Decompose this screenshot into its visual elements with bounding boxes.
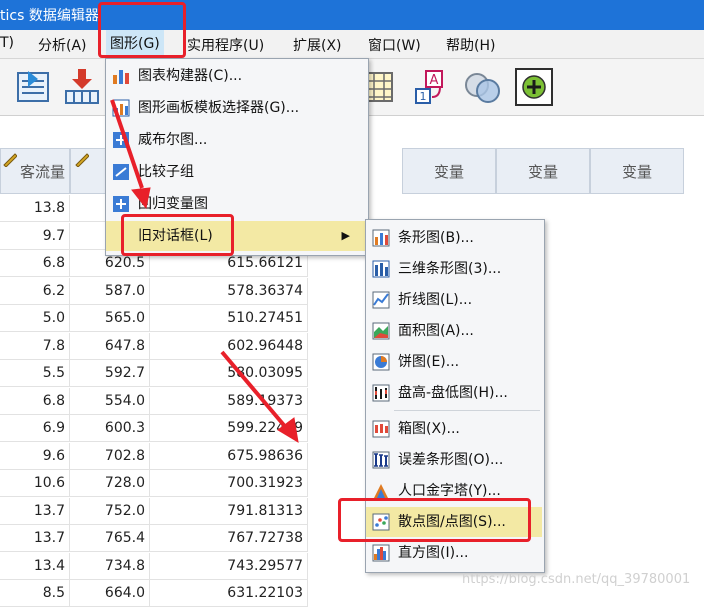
- annotation-arrows: [110, 99, 299, 443]
- annotation-arrow-2: [220, 350, 290, 432]
- arrow-head-1: [131, 187, 151, 210]
- watermark: https://blog.csdn.net/qq_39780001: [462, 572, 691, 587]
- annotation-arrow-1: [110, 99, 144, 189]
